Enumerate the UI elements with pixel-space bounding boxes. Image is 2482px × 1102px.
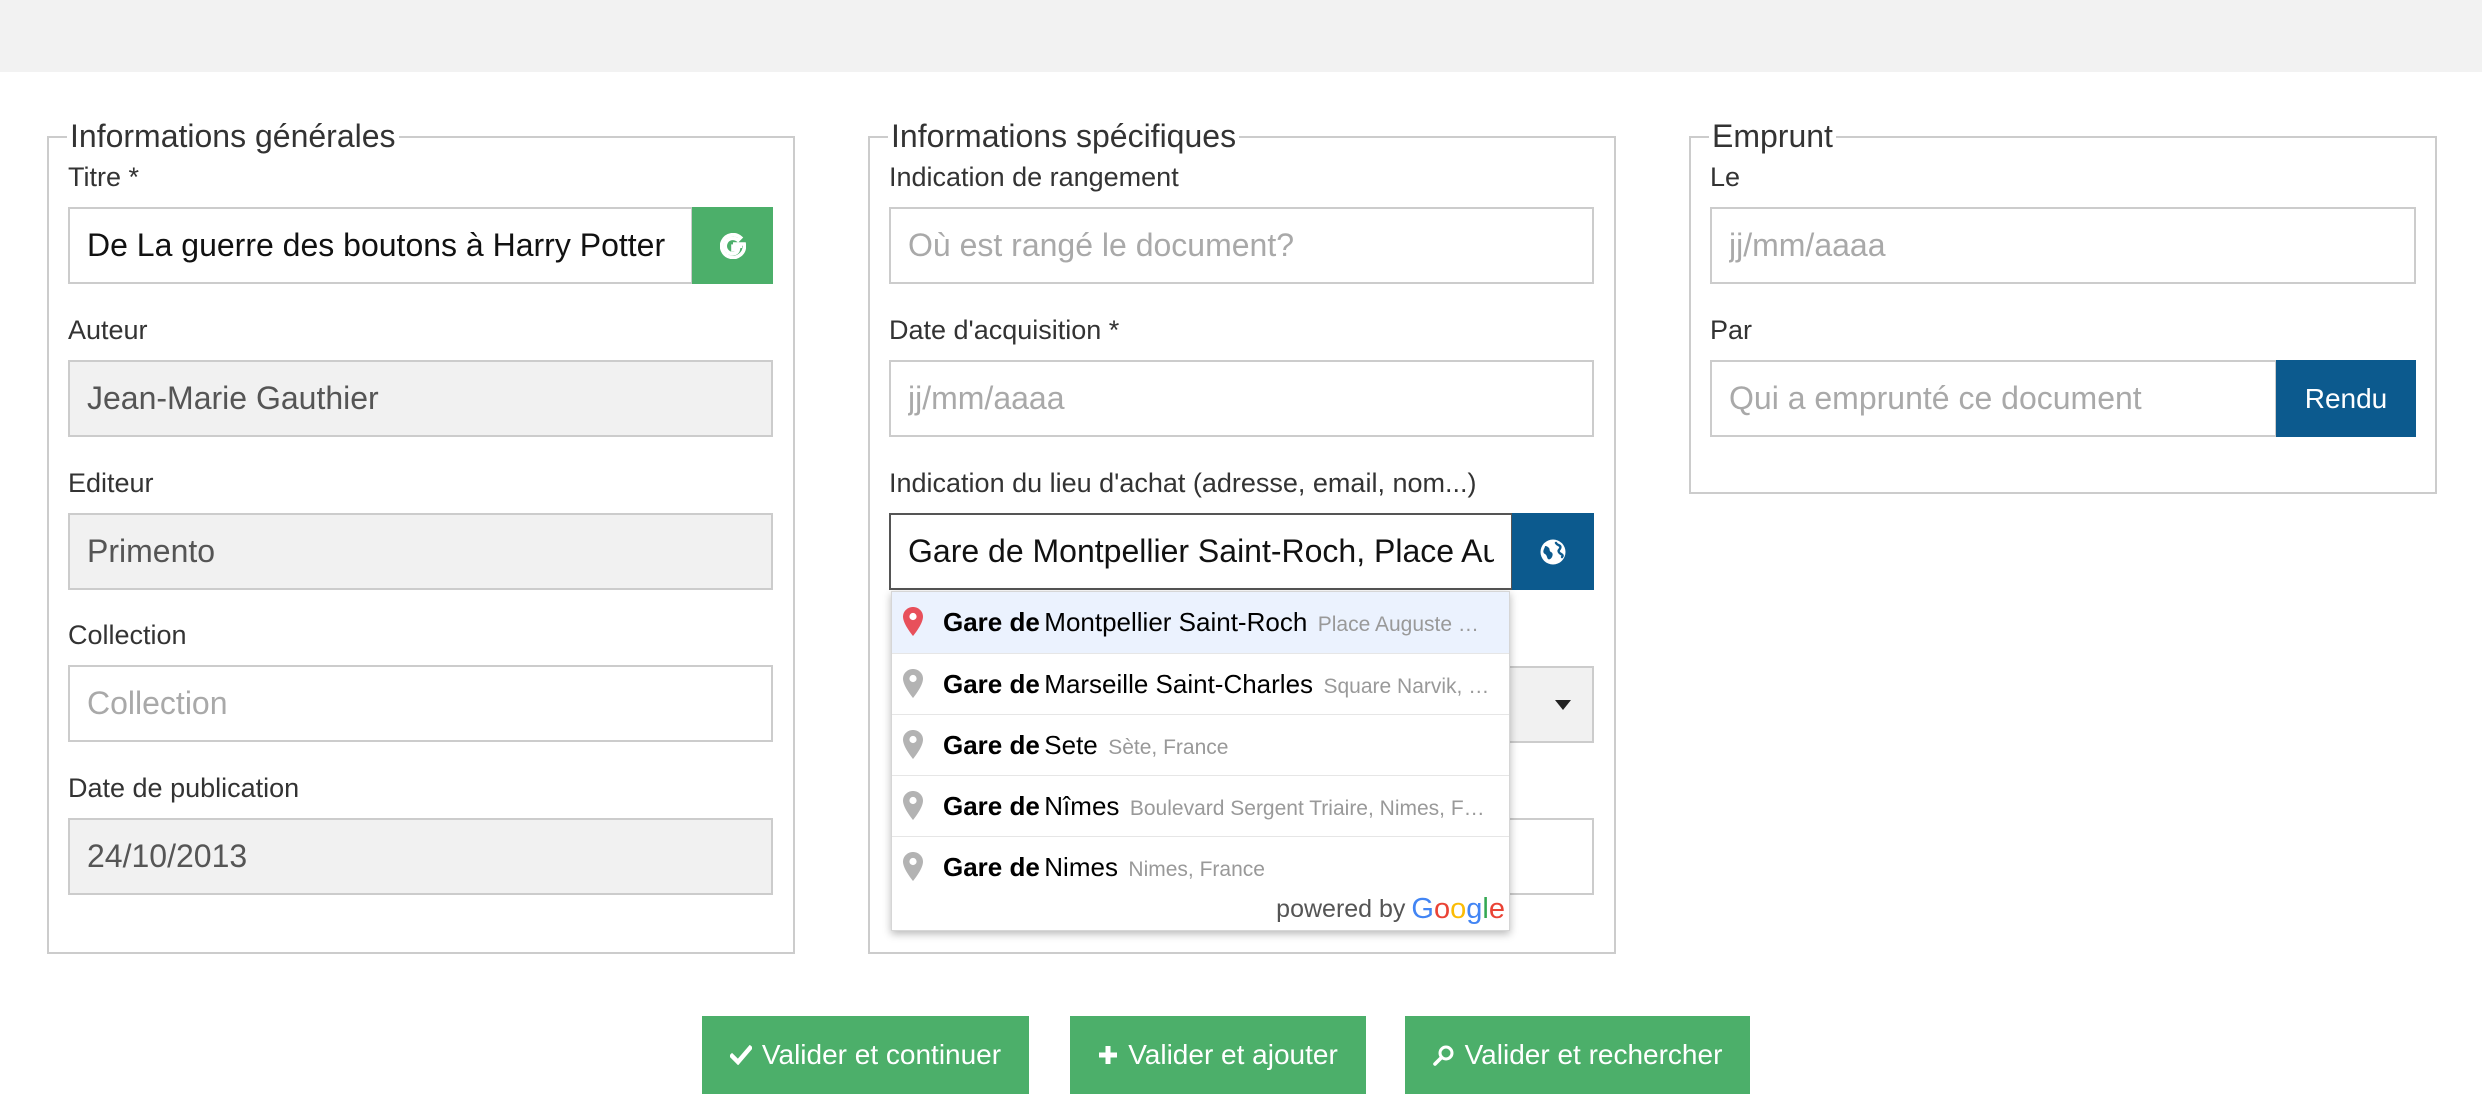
google-search-button[interactable] <box>692 207 773 284</box>
hidden-select-field[interactable] <box>1508 666 1594 743</box>
auteur-input[interactable] <box>68 360 773 437</box>
valider-rechercher-label: Valider et rechercher <box>1464 1039 1723 1070</box>
item-secondary: Square Narvik, … <box>1323 675 1490 698</box>
item-match: Gare de <box>943 607 1040 637</box>
valider-rechercher-button[interactable]: Valider et rechercher <box>1405 1016 1750 1094</box>
rendu-button-label: Rendu <box>2304 382 2388 414</box>
autocomplete-item[interactable]: Gare de Marseille Saint-Charles Square N… <box>892 653 1509 714</box>
caret-down-icon <box>1555 700 1571 710</box>
hidden-text-field[interactable] <box>1508 818 1594 895</box>
item-match: Gare de <box>943 791 1040 821</box>
autocomplete-item[interactable]: Gare de Montpellier Saint-Roch Place Aug… <box>892 592 1509 653</box>
item-match: Gare de <box>943 730 1040 760</box>
date-publication-input[interactable] <box>68 818 773 895</box>
autocomplete-item[interactable]: Gare de Sete Sète, France <box>892 714 1509 775</box>
valider-ajouter-label: Valider et ajouter <box>1128 1039 1338 1070</box>
places-autocomplete-dropdown: Gare de Montpellier Saint-Roch Place Aug… <box>891 591 1510 931</box>
lieu-achat-label: Indication du lieu d'achat (adresse, ema… <box>889 468 1477 498</box>
item-match: Gare de <box>943 852 1040 882</box>
rangement-input[interactable] <box>889 207 1594 284</box>
auteur-label: Auteur <box>68 315 148 345</box>
emprunteur-input[interactable] <box>1710 360 2277 437</box>
valider-ajouter-button[interactable]: Valider et ajouter <box>1070 1016 1366 1094</box>
acquisition-date-input[interactable] <box>889 360 1594 437</box>
lieu-achat-input[interactable] <box>889 513 1513 590</box>
google-g-icon <box>719 232 746 259</box>
specific-info-legend: Informations spécifiques <box>888 116 1240 156</box>
map-pin-icon <box>903 607 923 636</box>
rendu-button[interactable]: Rendu <box>2276 360 2416 437</box>
powered-by-google: powered by Google <box>1276 893 1505 926</box>
editeur-label: Editeur <box>68 468 154 498</box>
item-main: Sete <box>1044 730 1098 760</box>
editeur-input[interactable] <box>68 513 773 590</box>
map-pin-icon <box>903 730 923 759</box>
emprunt-legend: Emprunt <box>1709 116 1836 156</box>
date-publication-label: Date de publication <box>68 773 300 803</box>
item-main: Nimes <box>1044 852 1118 882</box>
rangement-label: Indication de rangement <box>889 162 1179 192</box>
emprunt-date-input[interactable] <box>1710 207 2416 284</box>
item-secondary: Nimes, France <box>1128 858 1265 881</box>
collection-label: Collection <box>68 620 187 650</box>
item-secondary: Sète, France <box>1108 736 1229 759</box>
titre-label: Titre * <box>68 162 140 192</box>
valider-continuer-label: Valider et continuer <box>761 1039 1002 1070</box>
geolocate-button[interactable] <box>1512 513 1594 590</box>
acquisition-label: Date d'acquisition * <box>889 315 1120 345</box>
plus-icon <box>1098 1045 1118 1065</box>
item-main: Montpellier Saint-Roch <box>1044 607 1308 637</box>
powered-by-text: powered by <box>1276 895 1406 923</box>
collection-input[interactable] <box>68 665 773 742</box>
valider-continuer-button[interactable]: Valider et continuer <box>702 1016 1029 1094</box>
item-main: Nîmes <box>1044 791 1120 821</box>
globe-icon <box>1540 539 1566 564</box>
map-pin-icon <box>903 852 923 881</box>
autocomplete-item[interactable]: Gare de Nîmes Boulevard Sergent Triaire,… <box>892 775 1509 836</box>
item-secondary: Boulevard Sergent Triaire, Nimes, F… <box>1129 797 1485 820</box>
map-pin-icon <box>903 669 923 698</box>
item-match: Gare de <box>943 669 1040 699</box>
general-info-legend: Informations générales <box>67 116 399 156</box>
emprunt-panel: Emprunt <box>1689 116 2437 494</box>
le-label: Le <box>1710 162 1741 192</box>
par-label: Par <box>1710 315 1753 345</box>
map-pin-icon <box>903 791 923 820</box>
item-main: Marseille Saint-Charles <box>1044 669 1314 699</box>
item-secondary: Place Auguste … <box>1317 613 1479 636</box>
check-icon <box>729 1045 752 1065</box>
search-icon <box>1432 1044 1455 1066</box>
top-navbar <box>0 0 2482 72</box>
autocomplete-item[interactable]: Gare de Nimes Nimes, France <box>892 836 1509 897</box>
google-logo: Google <box>1411 893 1505 925</box>
titre-input[interactable] <box>68 207 693 284</box>
